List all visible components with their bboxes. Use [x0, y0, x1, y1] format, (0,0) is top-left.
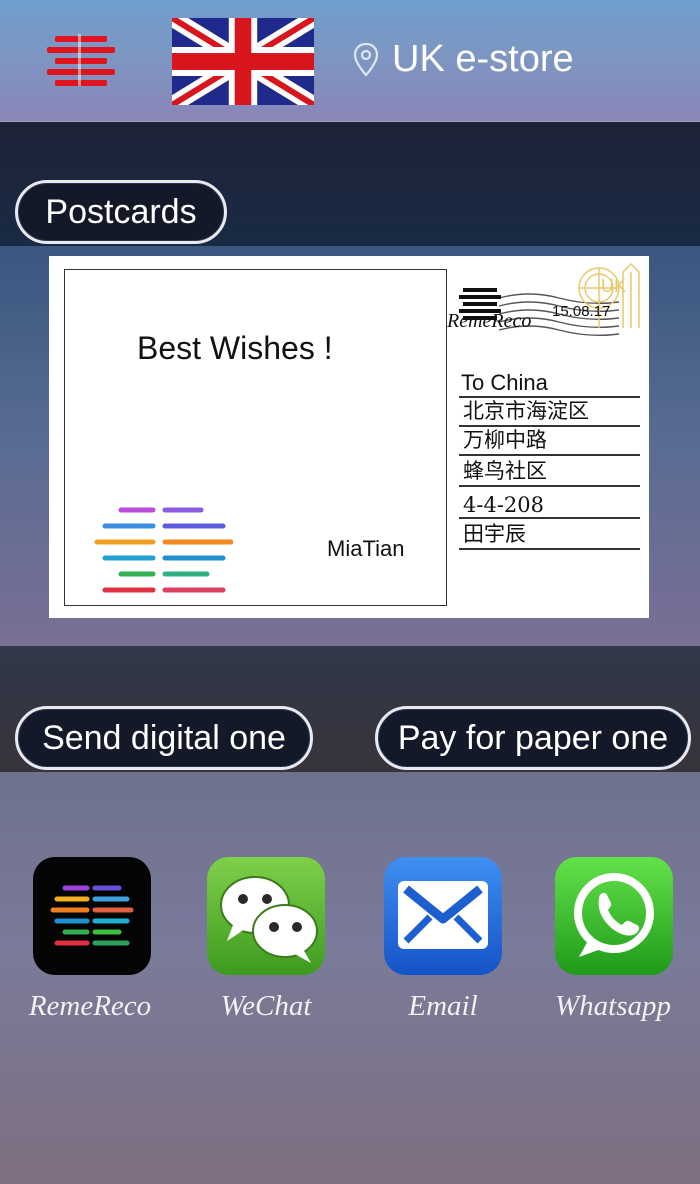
address-line-unit: 4-4-208 — [459, 489, 640, 519]
address-line-road: 万柳中路 — [459, 426, 640, 456]
email-app-label: Email — [408, 990, 478, 1022]
stamp-brand-text: RemeReco — [447, 310, 532, 332]
brand-menu-icon[interactable] — [47, 34, 115, 86]
remereco-logo-icon — [94, 507, 233, 593]
greeting-text: Best Wishes ! — [137, 330, 333, 366]
uk-flag-icon[interactable] — [172, 18, 314, 105]
signature-text: MiaTian — [327, 536, 405, 561]
uk-landmark-stamp-icon: UK — [578, 262, 640, 328]
pay-paper-button[interactable]: Pay for paper one — [375, 706, 691, 770]
postcards-button[interactable]: Postcards — [15, 180, 227, 244]
address-line-community: 蜂鸟社区 — [459, 457, 640, 487]
message-panel: Best Wishes ! MiaTian — [64, 269, 447, 606]
top-bar: UK e-store — [0, 0, 700, 122]
remereco-app-icon[interactable] — [33, 857, 151, 975]
stamp-date-text: 15.08.17 — [552, 303, 611, 320]
svg-text:UK: UK — [601, 276, 626, 296]
send-digital-button[interactable]: Send digital one — [15, 706, 313, 770]
wechat-app-icon[interactable] — [207, 857, 325, 975]
email-app-icon[interactable] — [384, 857, 502, 975]
location-pin-icon — [353, 42, 379, 77]
remereco-app-label: RemeReco — [28, 990, 152, 1022]
store-title[interactable]: UK e-store — [392, 38, 574, 81]
whatsapp-app-label: Whatsapp — [555, 990, 671, 1022]
address-line-country: To China — [459, 368, 640, 398]
whatsapp-app-icon[interactable] — [555, 857, 673, 975]
wechat-app-label: WeChat — [220, 990, 312, 1022]
address-line-recipient: 田宇辰 — [459, 520, 640, 550]
address-line-district: 北京市海淀区 — [459, 397, 640, 427]
postcard-preview[interactable]: Best Wishes ! MiaTian UK RemeReco 15.08.… — [49, 256, 649, 618]
